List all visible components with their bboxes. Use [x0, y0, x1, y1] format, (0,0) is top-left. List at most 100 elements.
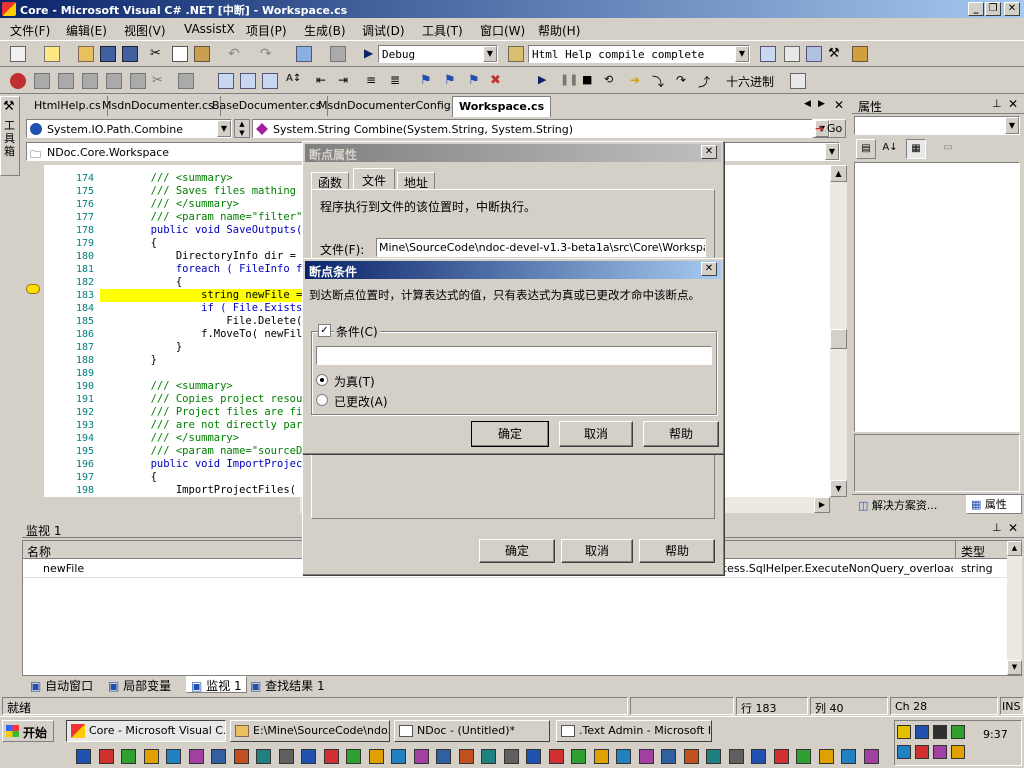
quick-launch-icon[interactable]	[391, 749, 406, 764]
quick-launch-icon[interactable]	[166, 749, 181, 764]
quick-launch-icon[interactable]	[98, 749, 114, 764]
add-item-icon[interactable]	[44, 46, 60, 62]
watch-vscrollbar[interactable]: ▲ ▼	[1007, 541, 1022, 675]
cond-cancel-button[interactable]: 取消	[559, 421, 633, 447]
scroll-up-icon[interactable]: ▲	[830, 165, 847, 182]
code-line[interactable]: /// </summary>	[100, 432, 240, 445]
bookmark-icon[interactable]: ⚑	[444, 73, 460, 89]
quick-launch-icon[interactable]	[863, 749, 879, 764]
quick-launch-icon[interactable]	[616, 749, 631, 764]
quick-launch-icon[interactable]	[76, 749, 91, 764]
col-divider[interactable]	[955, 541, 956, 559]
tray-icon[interactable]	[951, 745, 965, 759]
quick-launch-icon[interactable]	[593, 749, 609, 764]
tab-scroll-right-icon[interactable]: ▶	[818, 99, 825, 109]
cut-icon[interactable]: ✂	[152, 73, 168, 89]
quick-launch-icon[interactable]	[301, 749, 316, 764]
quick-launch-icon[interactable]	[481, 749, 496, 764]
indent-icon[interactable]: ⇤	[316, 73, 332, 89]
stop-icon[interactable]: ■	[582, 73, 598, 89]
code-line[interactable]: {	[100, 471, 157, 484]
quick-launch-icon[interactable]	[706, 749, 721, 764]
code-line[interactable]: DirectoryInfo dir = new D	[100, 250, 334, 263]
pin-icon[interactable]: ⊥	[992, 521, 1002, 534]
tool-icon[interactable]	[218, 73, 234, 89]
bp-title-bar[interactable]: 断点属性 ✕	[305, 144, 721, 162]
menu-view[interactable]: 视图(V)	[124, 22, 166, 39]
radio-true[interactable]	[316, 374, 328, 386]
breakpoint-icon[interactable]	[10, 73, 26, 89]
tab-file[interactable]: 文件	[353, 168, 396, 190]
cut-icon[interactable]: ✂	[150, 46, 166, 62]
code-line[interactable]: f.MoveTo( newFile );	[100, 328, 327, 341]
menu-help[interactable]: 帮助(H)	[538, 22, 580, 39]
chevron-down-icon[interactable]: ▼	[825, 143, 839, 160]
task-explorer[interactable]: E:\Mine\SourceCode\ndo...	[230, 720, 390, 742]
quick-launch-icon[interactable]	[526, 749, 541, 764]
scroll-thumb[interactable]	[830, 329, 847, 349]
pin-icon[interactable]: ⊥	[992, 97, 1002, 110]
bookmark-icon[interactable]: ⚑	[468, 73, 484, 89]
open-icon[interactable]	[78, 46, 94, 62]
menu-project[interactable]: 项目(P)	[246, 22, 287, 39]
code-line[interactable]: /// Saves files mathing the s	[100, 185, 334, 198]
quick-launch-icon[interactable]	[796, 749, 811, 764]
tray-icon[interactable]	[915, 745, 929, 759]
code-line[interactable]: }	[100, 354, 157, 367]
save-icon[interactable]	[100, 46, 116, 62]
quick-launch-icon[interactable]	[211, 749, 226, 764]
close-icon[interactable]: ✕	[1008, 97, 1018, 111]
tool-icon[interactable]	[130, 73, 146, 89]
tab-msdndocumenter[interactable]: MsdnDocumenter.cs	[96, 96, 221, 116]
tray-icon[interactable]	[933, 725, 947, 739]
paste-icon[interactable]	[194, 46, 210, 62]
cond-title-bar[interactable]: 断点条件 ✕	[305, 261, 721, 279]
chevron-down-icon[interactable]: ▼	[735, 46, 749, 62]
col-type[interactable]: 类型	[961, 543, 985, 560]
bp-help-button[interactable]: 帮助	[639, 539, 715, 563]
uncomment-icon[interactable]: ≣	[390, 73, 406, 89]
pause-icon[interactable]: ❚❚	[560, 73, 578, 89]
signature-combo[interactable]: System.String Combine(System.String, Sys…	[252, 119, 830, 138]
tool-icon[interactable]	[34, 73, 50, 89]
bookmark-icon[interactable]: ✖	[490, 73, 506, 89]
tab-address[interactable]: 地址	[397, 172, 436, 190]
tab-basedocumenter[interactable]: BaseDocumenter.cs	[206, 96, 329, 116]
code-line[interactable]: public void ImportProjectFile	[100, 458, 334, 471]
main-title-bar[interactable]: Core - Microsoft Visual C# .NET [中断] - W…	[0, 0, 1024, 18]
code-line[interactable]: /// </summary>	[100, 198, 240, 211]
quick-launch-icon[interactable]	[661, 749, 676, 764]
splitter-button[interactable]: ▲ ▼	[234, 119, 250, 138]
chevron-down-icon[interactable]: ▼	[1005, 117, 1019, 134]
scroll-down-icon[interactable]: ▼	[1007, 660, 1022, 675]
condition-checkbox[interactable]: ✓	[318, 324, 331, 337]
tool-icon[interactable]	[262, 73, 278, 89]
code-line[interactable]: string newFile = Path	[100, 289, 334, 302]
quick-launch-icon[interactable]	[368, 749, 384, 764]
quick-launch-icon[interactable]	[121, 749, 136, 764]
code-line[interactable]: /// are not directly part of	[100, 419, 328, 432]
hex-toggle[interactable]: 十六进制	[726, 73, 774, 90]
tool-icon[interactable]	[240, 73, 256, 89]
quick-launch-icon[interactable]	[638, 749, 654, 764]
copy-icon[interactable]	[172, 46, 188, 62]
code-line[interactable]: ImportProjectFiles( sourc	[100, 484, 334, 497]
code-line[interactable]: }	[100, 341, 182, 354]
continue-icon[interactable]: ▶	[538, 73, 554, 89]
code-vscrollbar[interactable]: ▲ ▼	[830, 165, 847, 497]
scroll-up-icon[interactable]: ▲	[1007, 541, 1022, 556]
object-browser-icon[interactable]	[806, 46, 822, 62]
quick-launch-icon[interactable]	[278, 749, 294, 764]
tab-workspace[interactable]: Workspace.cs	[452, 96, 552, 117]
tool-icon[interactable]	[106, 73, 122, 89]
toolbox-icon[interactable]: ⚒	[828, 46, 844, 62]
quick-launch-icon[interactable]	[323, 749, 339, 764]
close-button[interactable]: ✕	[1004, 2, 1020, 16]
task-ie[interactable]: .Text Admin - Microsoft I...	[556, 720, 712, 742]
navigate-forward-icon[interactable]	[330, 46, 346, 62]
menu-file[interactable]: 文件(F)	[10, 22, 50, 39]
class-view-icon[interactable]	[852, 46, 868, 62]
quick-launch-icon[interactable]	[346, 749, 361, 764]
comment-icon[interactable]: ≡	[366, 73, 382, 89]
find-combo[interactable]: Html Help compile complete ▼	[528, 45, 750, 63]
